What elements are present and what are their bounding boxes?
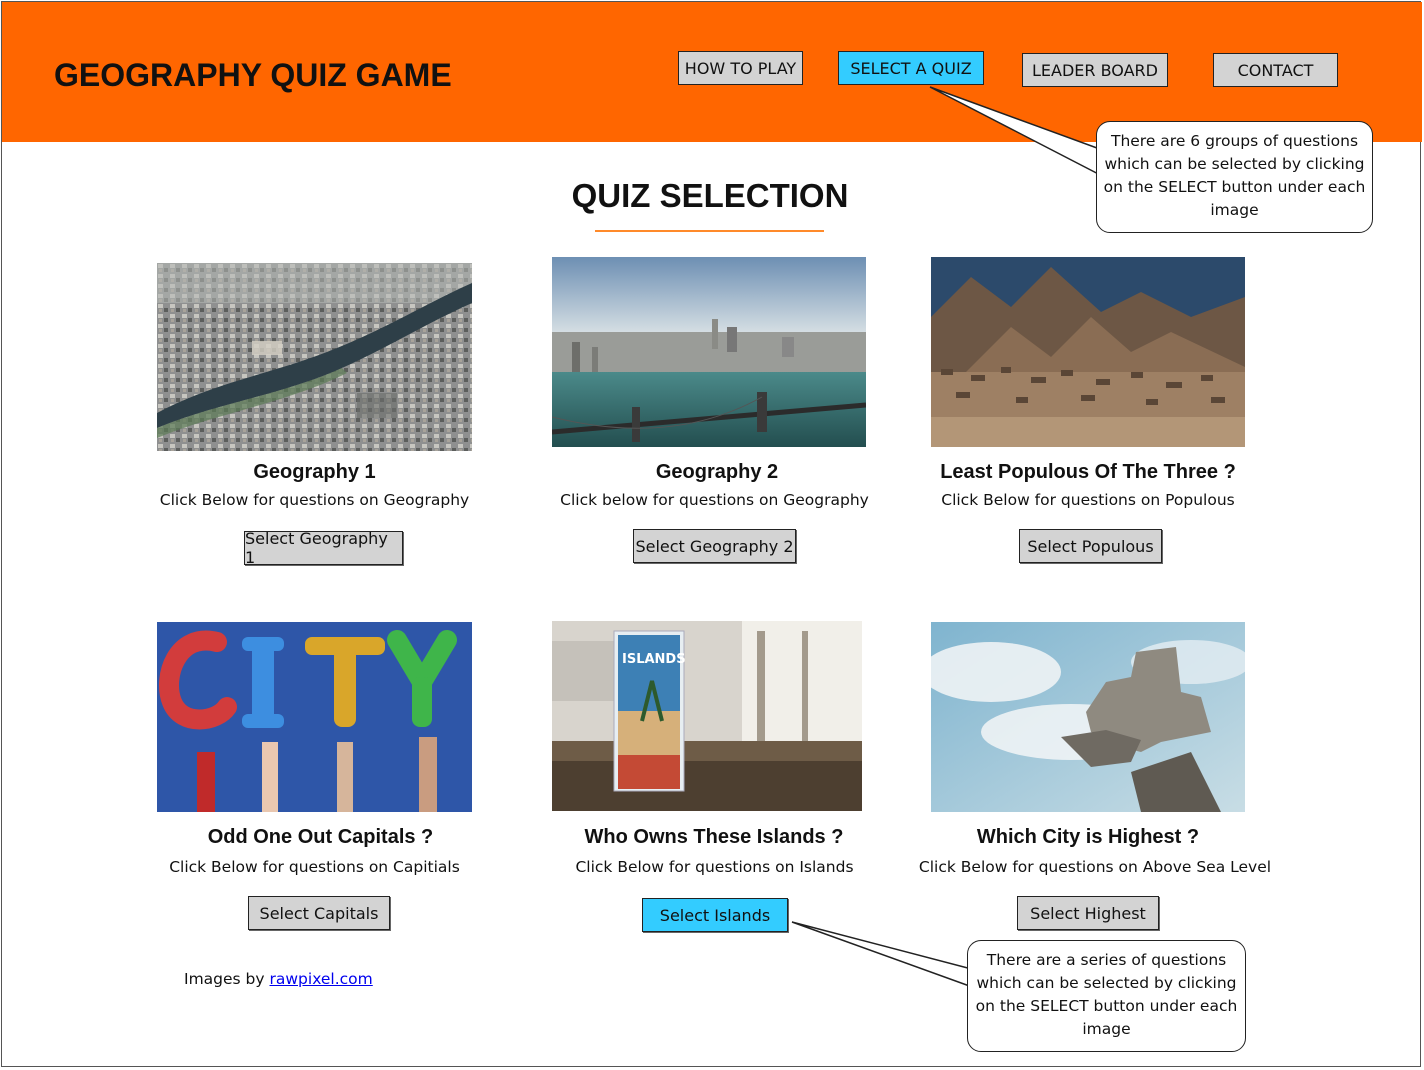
- callout-quiz-groups: There are 6 groups of questions which ca…: [1096, 121, 1373, 233]
- callout-question-series: There are a series of questions which ca…: [967, 940, 1246, 1052]
